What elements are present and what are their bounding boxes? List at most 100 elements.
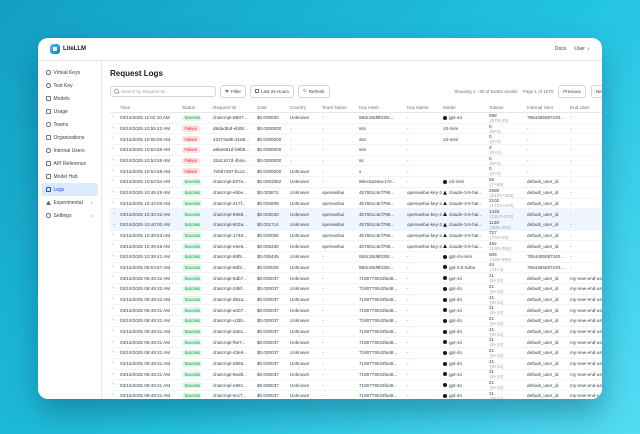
sidebar-item-usage[interactable]: Usage <box>41 105 98 118</box>
cell-country: Unknown <box>290 179 322 184</box>
previous-page-button[interactable]: Previous <box>558 85 586 98</box>
expand-row-icon[interactable]: › <box>110 286 120 292</box>
expand-row-icon[interactable]: › <box>110 382 120 388</box>
expand-row-icon[interactable]: › <box>110 372 120 378</box>
cell-model: gpt-4o <box>443 115 489 120</box>
status-badge: Success <box>182 264 202 270</box>
sidebar-item-organizations[interactable]: Organizations <box>41 131 98 144</box>
model-name: gpt-4o <box>449 276 462 281</box>
cell-key-name: - <box>407 340 443 345</box>
table-row[interactable]: ›03/15/2025 08:49:31 AMSuccesschatcmpl-a… <box>110 305 602 316</box>
cell-status: Success <box>182 254 213 260</box>
status-badge: Failure <box>182 147 200 153</box>
tokens-breakdown: (9+12) <box>490 278 524 283</box>
table-row[interactable]: ›03/15/2025 08:49:31 AMSuccesschatcmpl-6… <box>110 391 602 399</box>
expand-row-icon[interactable]: › <box>110 169 120 175</box>
filter-button[interactable]: Filter <box>220 85 246 98</box>
table-row[interactable]: ›03/15/2025 08:49:32 AMSuccesschatcmpl-2… <box>110 284 602 295</box>
expand-row-icon[interactable]: › <box>110 136 120 142</box>
user-menu[interactable]: User ∨ <box>574 46 590 52</box>
cell-key-name: - <box>407 179 443 184</box>
search-input[interactable] <box>121 89 212 94</box>
table-row[interactable]: ›03/15/2025 08:49:31 AMSuccesschatcmpl-4… <box>110 348 602 359</box>
table-row[interactable]: ›03/15/2025 11:02:10 AMSuccesschatcmpl-8… <box>110 113 602 124</box>
cell-end-user: my-new-end-user-1 <box>570 286 602 291</box>
cell-end-user: - <box>570 115 602 120</box>
cell-request-id: chatcmpl-b07e... <box>213 179 257 184</box>
cell-status: Failure <box>182 136 213 142</box>
cell-cost: $0.005336 <box>257 244 290 249</box>
refresh-button-label: Refresh <box>309 89 325 94</box>
table-row[interactable]: ›03/15/2025 08:49:31 AMSuccesschatcmpl-6… <box>110 370 602 381</box>
cell-end-user: my-new-end-user-1 <box>570 372 602 377</box>
table-row[interactable]: ›03/15/2025 10:54:59 AMFailurea9be681d-b… <box>110 145 602 156</box>
table-row[interactable]: ›03/15/2025 08:49:32 AMSuccesschatcmpl-d… <box>110 295 602 306</box>
expand-row-icon[interactable]: › <box>110 361 120 367</box>
expand-row-icon[interactable]: › <box>110 254 120 260</box>
table-row[interactable]: ›03/15/2025 08:49:31 AMSuccesschatcmpl-c… <box>110 316 602 327</box>
expand-row-icon[interactable]: › <box>110 147 120 153</box>
expand-row-icon[interactable]: › <box>110 307 120 313</box>
sidebar-item-teams[interactable]: Teams <box>41 118 98 131</box>
expand-row-icon[interactable]: › <box>110 201 120 207</box>
table-row[interactable]: ›03/15/2025 10:45:49 AMSuccesschatcmpl-e… <box>110 188 602 199</box>
table-row[interactable]: ›03/15/2025 10:39:46 AMSuccesschatcmpl-e… <box>110 241 602 252</box>
cell-model: gpt-4o <box>443 308 489 313</box>
table-row[interactable]: ›03/15/2025 10:55:42 AMFailured8dad5af-e… <box>110 124 602 135</box>
expand-row-icon[interactable]: › <box>110 265 120 271</box>
time-range-button[interactable]: Last 24 Hours <box>250 85 294 98</box>
tokens-breakdown: (41+3) <box>490 267 524 272</box>
table-row[interactable]: ⌄03/15/2025 10:40:32 AMSuccesschatcmpl-5… <box>110 209 602 220</box>
expand-row-icon[interactable]: › <box>110 115 120 121</box>
expand-row-icon[interactable]: › <box>110 190 120 196</box>
table-row[interactable]: ›03/15/2025 10:38:41 AMSuccesschatcmpl-8… <box>110 252 602 263</box>
expand-row-icon[interactable]: › <box>110 179 120 185</box>
docs-link[interactable]: Docs <box>555 46 566 52</box>
cell-key-hash: 7190779043fa48... <box>359 308 407 313</box>
cell-cost: $0.0000000 <box>257 169 290 174</box>
sidebar-item-label: Usage <box>54 109 68 115</box>
expand-row-icon[interactable]: › <box>110 297 120 303</box>
table-row[interactable]: ›03/15/2025 10:54:54 AMSuccesschatcmpl-b… <box>110 177 602 188</box>
refresh-button[interactable]: ↻ Refresh <box>298 85 330 98</box>
sidebar-item-internal-users[interactable]: Internal Users <box>41 144 98 157</box>
table-row[interactable]: ›03/15/2025 08:49:31 AMSuccesschatcmpl-d… <box>110 327 602 338</box>
next-page-button[interactable]: Next <box>591 85 602 98</box>
status-badge: Success <box>182 254 202 260</box>
sidebar-item-experimental[interactable]: Experimental∨ <box>41 196 98 209</box>
table-row[interactable]: ›03/15/2025 08:49:32 AMSuccesschatcmpl-6… <box>110 273 602 284</box>
table-row[interactable]: ›03/15/2025 08:49:31 AMSuccesschatcmpl-f… <box>110 337 602 348</box>
table-row[interactable]: ›03/15/2025 10:54:58 AMFailure7eb67387-b… <box>110 166 602 177</box>
expand-row-icon[interactable]: › <box>110 233 120 239</box>
expand-row-icon[interactable]: › <box>110 329 120 335</box>
table-row[interactable]: ›03/15/2025 08:49:31 AMSuccesschatcmpl-d… <box>110 359 602 370</box>
sidebar-item-logs[interactable]: Logs <box>41 183 98 196</box>
table-row[interactable]: ›03/15/2025 09:53:57 AMSuccesschatcmpl-8… <box>110 263 602 274</box>
sidebar-item-models[interactable]: Models <box>41 92 98 105</box>
sidebar-item-settings[interactable]: Settings∨ <box>41 209 98 222</box>
table-row[interactable]: ›03/15/2025 10:43:00 AMSuccesschatcmpl-4… <box>110 199 602 210</box>
model-name: gpt-4o <box>449 350 462 355</box>
sidebar-item-test-key[interactable]: Test Key <box>41 79 98 92</box>
table-row[interactable]: ›03/15/2025 10:55:00 AMFailure43474a9b-3… <box>110 134 602 145</box>
cell-status: Success <box>182 296 213 302</box>
model-name: gpt-4o <box>449 340 462 345</box>
table-row[interactable]: ›03/15/2025 10:54:59 AMFailure32dc107d-4… <box>110 156 602 167</box>
table-row[interactable]: ›03/15/2025 08:49:31 AMSuccesschatcmpl-e… <box>110 380 602 391</box>
expand-row-icon[interactable]: › <box>110 393 120 399</box>
sidebar-item-virtual-keys[interactable]: Virtual Keys <box>41 66 98 79</box>
expand-row-icon[interactable]: › <box>110 243 120 249</box>
tokens-breakdown: (0+0) <box>490 139 524 144</box>
table-row[interactable]: ›03/15/2025 10:39:53 AMSuccesschatcmpl-1… <box>110 231 602 242</box>
table-row[interactable]: ⌄03/15/2025 10:40:00 AMSuccesschatcmpl-8… <box>110 220 602 231</box>
sidebar-item-api-reference[interactable]: API Reference <box>41 157 98 170</box>
sidebar-item-model-hub[interactable]: Model Hub <box>41 170 98 183</box>
expand-row-icon[interactable]: › <box>110 340 120 346</box>
expand-row-icon[interactable]: › <box>110 318 120 324</box>
expand-row-icon[interactable]: › <box>110 126 120 132</box>
expand-row-icon[interactable]: › <box>110 350 120 356</box>
collapse-row-icon[interactable]: ⌄ <box>110 222 120 228</box>
expand-row-icon[interactable]: › <box>110 158 120 164</box>
collapse-row-icon[interactable]: ⌄ <box>110 211 120 217</box>
expand-row-icon[interactable]: › <box>110 275 120 281</box>
